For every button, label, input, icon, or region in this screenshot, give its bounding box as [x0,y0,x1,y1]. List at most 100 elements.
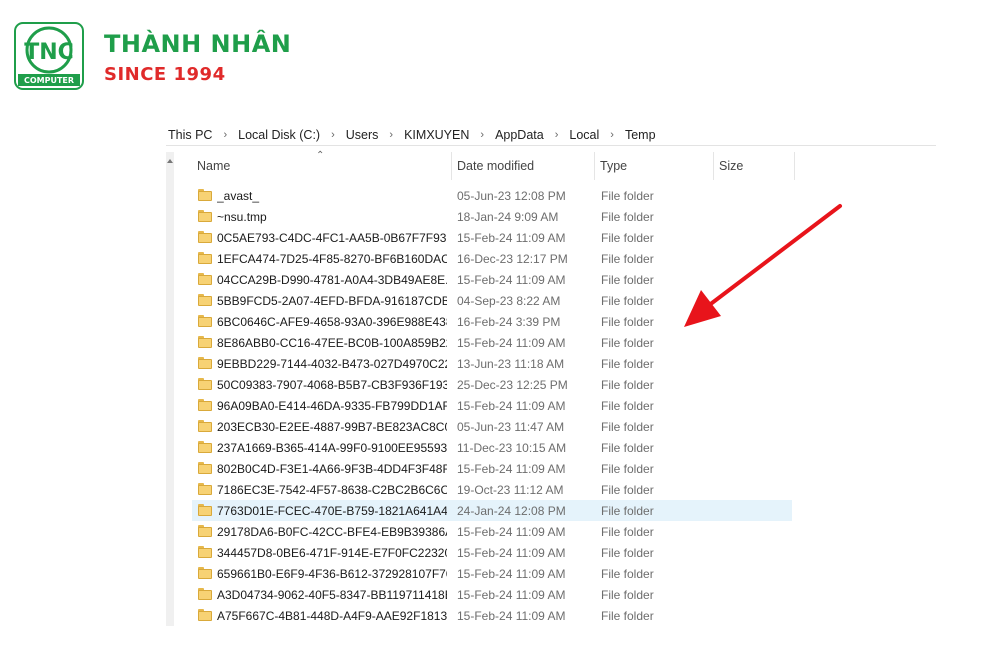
file-type: File folder [601,503,654,518]
file-type: File folder [601,461,654,476]
date-modified: 16-Dec-23 12:17 PM [457,251,568,266]
file-row[interactable]: 50C09383-7907-4068-B5B7-CB3F936F193F 25-D… [192,374,792,395]
column-header-date-label: Date modified [457,159,535,173]
date-modified: 15-Feb-24 11:09 AM [457,272,566,287]
file-name: 0C5AE793-C4DC-4FC1-AA5B-0B67F7F93... [217,230,447,245]
date-modified: 15-Feb-24 11:09 AM [457,608,566,623]
file-name: 7763D01E-FCEC-470E-B759-1821A641A402 [217,503,447,518]
file-type: File folder [601,566,654,581]
folder-icon [198,525,212,537]
folder-icon [198,588,212,600]
file-row[interactable]: 802B0C4D-F3E1-4A66-9F3B-4DD4F3F48FD9 15-F… [192,458,792,479]
file-row[interactable]: A3D04734-9062-40F5-8347-BB119711418E 15-F… [192,584,792,605]
date-modified: 15-Feb-24 11:09 AM [457,587,566,602]
column-header-type[interactable]: Type [595,152,713,180]
scroll-up-arrow-icon[interactable] [167,154,173,168]
column-header-size[interactable]: Size [714,152,794,180]
chevron-right-icon[interactable]: › [546,129,568,141]
date-modified: 15-Feb-24 11:09 AM [457,230,566,245]
chevron-right-icon[interactable]: › [214,129,236,141]
file-type: File folder [601,377,654,392]
file-name: 1EFCA474-7D25-4F85-8270-BF6B160DAC... [217,251,447,266]
file-type: File folder [601,545,654,560]
file-name: 50C09383-7907-4068-B5B7-CB3F936F193F [217,377,447,392]
folder-icon [198,189,212,201]
folder-icon [198,462,212,474]
file-name: 5BB9FCD5-2A07-4EFD-BFDA-916187CDB... [217,293,447,308]
date-modified: 15-Feb-24 11:09 AM [457,398,566,413]
date-modified: 18-Jan-24 9:09 AM [457,209,559,224]
folder-icon [198,231,212,243]
file-row[interactable]: 7763D01E-FCEC-470E-B759-1821A641A402 24-J… [192,500,792,521]
chevron-right-icon[interactable]: › [471,129,493,141]
file-name: 7186EC3E-7542-4F57-8638-C2BC2B6C6C2B [217,482,447,497]
folder-icon [198,252,212,264]
folder-icon [198,315,212,327]
file-type: File folder [601,482,654,497]
folder-icon [198,399,212,411]
date-modified: 05-Jun-23 12:08 PM [457,188,566,203]
breadcrumb-user[interactable]: KIMXUYEN [402,128,471,142]
file-row[interactable]: 29178DA6-B0FC-42CC-BFE4-EB9B39386A... 15-… [192,521,792,542]
breadcrumb-appdata[interactable]: AppData [493,128,546,142]
sort-ascending-icon: ⌃ [316,150,325,161]
breadcrumb-local-disk[interactable]: Local Disk (C:) [236,128,322,142]
folder-icon [198,420,212,432]
column-header-date[interactable]: Date modified [452,152,594,180]
file-row[interactable]: 203ECB30-E2EE-4887-99B7-BE823AC8C05C 05-J… [192,416,792,437]
file-type: File folder [601,587,654,602]
brand-name: THÀNH NHÂN [104,30,292,58]
file-row[interactable]: 659661B0-E6F9-4F36-B612-372928107F70 15-F… [192,563,792,584]
folder-icon [198,294,212,306]
date-modified: 15-Feb-24 11:09 AM [457,335,566,350]
file-type: File folder [601,419,654,434]
breadcrumb-this-pc[interactable]: This PC [166,128,214,142]
folder-icon [198,546,212,558]
file-row[interactable]: A75F667C-4B81-448D-A4F9-AAE92F1813F1 15-F… [192,605,792,626]
file-name: ~nsu.tmp [217,209,267,224]
date-modified: 15-Feb-24 11:09 AM [457,545,566,560]
file-name: 04CCA29B-D990-4781-A0A4-3DB49AE8E... [217,272,447,287]
arrow-shaft [706,204,842,308]
column-header-type-label: Type [600,159,628,173]
tnc-logo-icon: TNC COMPUTER [14,22,84,90]
file-row[interactable]: 96A09BA0-E414-46DA-9335-FB799DD1AF... 15-… [192,395,792,416]
file-name: 6BC0646C-AFE9-4658-93A0-396E988E4388 [217,314,447,329]
file-row[interactable]: 7186EC3E-7542-4F57-8638-C2BC2B6C6C2B 19-O… [192,479,792,500]
brand-since: SINCE 1994 [104,64,226,85]
file-row[interactable]: 344457D8-0BE6-471F-914E-E7F0FC22320D 15-F… [192,542,792,563]
date-modified: 04-Sep-23 8:22 AM [457,293,561,308]
date-modified: 24-Jan-24 12:08 PM [457,503,566,518]
logo-mark-text: TNC [24,40,74,65]
file-type: File folder [601,356,654,371]
file-name: A75F667C-4B81-448D-A4F9-AAE92F1813F1 [217,608,447,623]
file-row[interactable]: 9EBBD229-7144-4032-B473-027D4970C223 13-J… [192,353,792,374]
folder-icon [198,441,212,453]
file-type: File folder [601,335,654,350]
date-modified: 13-Jun-23 11:18 AM [457,356,565,371]
folder-icon [198,336,212,348]
breadcrumb-temp[interactable]: Temp [623,128,658,142]
date-modified: 15-Feb-24 11:09 AM [457,524,566,539]
file-name: 96A09BA0-E414-46DA-9335-FB799DD1AF... [217,398,447,413]
chevron-right-icon[interactable]: › [601,129,623,141]
arrow-head [684,290,721,327]
navigation-pane-scrollbar[interactable] [166,152,174,626]
file-name: 29178DA6-B0FC-42CC-BFE4-EB9B39386A... [217,524,447,539]
file-type: File folder [601,608,654,623]
chevron-right-icon[interactable]: › [322,129,344,141]
column-divider[interactable] [794,152,795,180]
folder-icon [198,504,212,516]
folder-icon [198,273,212,285]
file-row[interactable]: 237A1669-B365-414A-99F0-9100EE955939 11-D… [192,437,792,458]
chevron-right-icon[interactable]: › [380,129,402,141]
file-name: 344457D8-0BE6-471F-914E-E7F0FC22320D [217,545,447,560]
file-name: 8E86ABB0-CC16-47EE-BC0B-100A859B22... [217,335,447,350]
folder-icon [198,378,212,390]
date-modified: 15-Feb-24 11:09 AM [457,461,566,476]
column-header-name-label: Name [197,159,231,173]
breadcrumb-local[interactable]: Local [567,128,601,142]
breadcrumb-users[interactable]: Users [344,128,381,142]
file-name: 659661B0-E6F9-4F36-B612-372928107F70 [217,566,447,581]
file-name: 203ECB30-E2EE-4887-99B7-BE823AC8C05C [217,419,447,434]
